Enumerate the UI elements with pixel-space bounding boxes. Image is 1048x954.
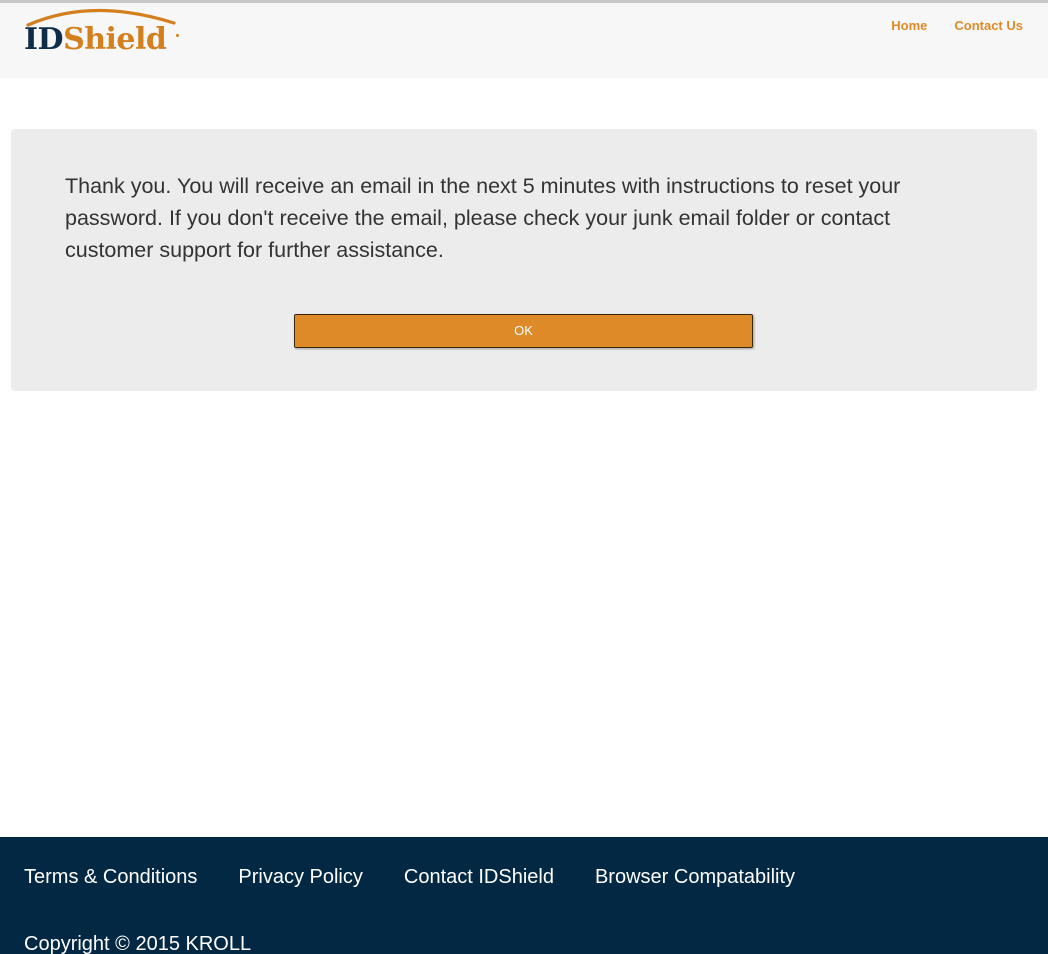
footer-terms-link[interactable]: Terms & Conditions xyxy=(24,866,197,889)
logo-shield-text: Shield xyxy=(63,22,167,57)
footer-privacy-link[interactable]: Privacy Policy xyxy=(238,866,362,889)
site-header: IDShield Home Contact Us xyxy=(0,3,1048,78)
nav-contact-us-link[interactable]: Contact Us xyxy=(954,18,1023,33)
site-footer: Terms & Conditions Privacy Policy Contac… xyxy=(0,837,1048,954)
nav-home-link[interactable]: Home xyxy=(891,18,927,33)
idshield-logo[interactable]: IDShield xyxy=(22,3,182,61)
logo-wordmark: IDShield xyxy=(24,22,167,57)
ok-button[interactable]: OK xyxy=(294,314,753,348)
footer-browser-compat-link[interactable]: Browser Compatability xyxy=(595,866,795,889)
top-nav: Home Contact Us xyxy=(891,18,1023,33)
footer-contact-link[interactable]: Contact IDShield xyxy=(404,866,554,889)
footer-links: Terms & Conditions Privacy Policy Contac… xyxy=(24,866,795,889)
confirmation-message: Thank you. You will receive an email in … xyxy=(65,174,901,262)
logo-trademark-dot xyxy=(176,34,179,37)
copyright-text: Copyright © 2015 KROLL xyxy=(24,933,252,954)
confirmation-panel: Thank you. You will receive an email in … xyxy=(11,129,1037,391)
logo-id-text: ID xyxy=(24,22,64,57)
